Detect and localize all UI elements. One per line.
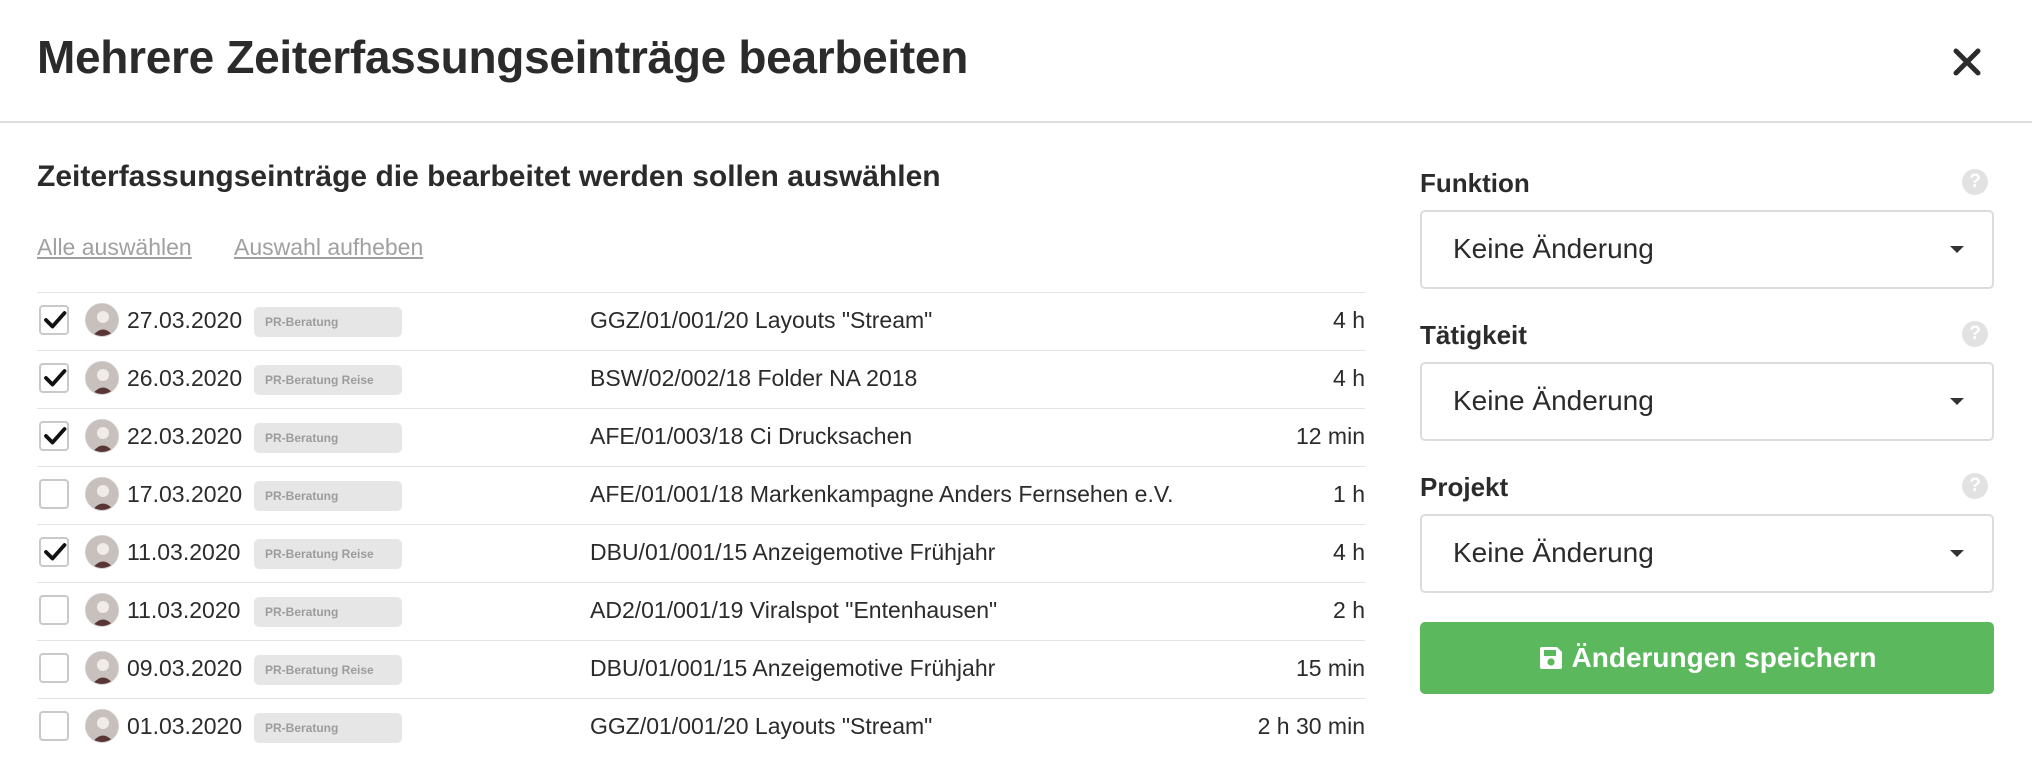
checkmark-icon [44, 369, 67, 387]
avatar [85, 419, 119, 453]
checkmark-icon [44, 311, 67, 329]
deselect-all-link[interactable]: Auswahl aufheben [234, 234, 423, 261]
entry-date: 01.03.2020 [127, 713, 243, 739]
table-row: 11.03.2020 PR-Beratung Reise DBU/01/001/… [37, 525, 1365, 583]
chevron-down-icon [1950, 550, 1964, 557]
projekt-help-icon[interactable]: ? [1962, 473, 1988, 499]
dialog-title: Mehrere Zeiterfassungseinträge bearbeite… [37, 31, 969, 83]
entry-project: GGZ/01/001/20 Layouts "Stream" [590, 713, 933, 739]
avatar [85, 303, 119, 337]
table-row: 17.03.2020 PR-Beratung AFE/01/001/18 Mar… [37, 467, 1365, 525]
activity-badge: PR-Beratung [254, 597, 402, 627]
row-checkbox[interactable] [39, 305, 69, 335]
dialog-header: Mehrere Zeiterfassungseinträge bearbeite… [0, 0, 2032, 123]
funktion-select[interactable]: Keine Änderung [1420, 210, 1994, 289]
funktion-label: Funktion [1420, 168, 1530, 198]
row-checkbox[interactable] [39, 711, 69, 741]
entry-project: AFE/01/003/18 Ci Drucksachen [590, 423, 913, 449]
chevron-down-icon [1950, 246, 1964, 253]
taetigkeit-label: Tätigkeit [1420, 320, 1527, 350]
entry-duration: 12 min [1295, 423, 1365, 449]
projekt-label: Projekt [1420, 472, 1509, 502]
section-heading: Zeiterfassungseinträge die bearbeitet we… [37, 160, 941, 193]
entry-date: 17.03.2020 [127, 481, 243, 507]
entry-project: GGZ/01/001/20 Layouts "Stream" [590, 307, 933, 333]
taetigkeit-select[interactable]: Keine Änderung [1420, 362, 1994, 441]
chevron-down-icon [1950, 398, 1964, 405]
activity-badge: PR-Beratung Reise [254, 655, 402, 685]
projekt-value: Keine Änderung [1453, 537, 1654, 568]
table-row: 09.03.2020 PR-Beratung Reise DBU/01/001/… [37, 641, 1365, 699]
row-checkbox[interactable] [39, 595, 69, 625]
entry-date: 26.03.2020 [127, 365, 243, 391]
avatar [85, 709, 119, 743]
funktion-value: Keine Änderung [1453, 233, 1654, 264]
entry-date: 11.03.2020 [127, 539, 241, 565]
avatar [85, 651, 119, 685]
entry-project: BSW/02/002/18 Folder NA 2018 [590, 365, 918, 391]
activity-badge: PR-Beratung Reise [254, 365, 402, 395]
checkmark-icon [44, 543, 67, 561]
entry-project: DBU/01/001/15 Anzeigemotive Frühjahr [590, 655, 996, 681]
activity-badge: PR-Beratung [254, 423, 402, 453]
entry-project: DBU/01/001/15 Anzeigemotive Frühjahr [590, 539, 996, 565]
save-label: Änderungen speichern [1571, 642, 1877, 673]
save-changes-button[interactable]: Änderungen speichern [1420, 622, 1994, 694]
close-icon[interactable] [1945, 40, 1989, 84]
table-row: 01.03.2020 PR-Beratung GGZ/01/001/20 Lay… [37, 699, 1365, 756]
taetigkeit-help-icon[interactable]: ? [1962, 321, 1988, 347]
entry-project: AFE/01/001/18 Markenkampagne Anders Fern… [590, 481, 1174, 507]
entry-duration: 4 h [1333, 539, 1365, 565]
row-checkbox[interactable] [39, 537, 69, 567]
table-row: 22.03.2020 PR-Beratung AFE/01/003/18 Ci … [37, 409, 1365, 467]
entry-date: 22.03.2020 [127, 423, 243, 449]
entry-duration: 4 h [1333, 365, 1365, 391]
row-checkbox[interactable] [39, 479, 69, 509]
activity-badge: PR-Beratung [254, 307, 402, 337]
avatar [85, 477, 119, 511]
entry-list: 27.03.2020 PR-Beratung GGZ/01/001/20 Lay… [37, 292, 1365, 756]
floppy-disk-icon [1539, 647, 1562, 669]
entry-duration: 2 h 30 min [1257, 713, 1365, 739]
funktion-help-icon[interactable]: ? [1962, 169, 1988, 195]
entry-duration: 2 h [1333, 597, 1365, 623]
entry-duration: 4 h [1333, 307, 1365, 333]
table-row: 26.03.2020 PR-Beratung Reise BSW/02/002/… [37, 351, 1365, 409]
entry-date: 27.03.2020 [127, 307, 243, 333]
checkmark-icon [44, 427, 67, 445]
activity-badge: PR-Beratung [254, 713, 402, 743]
avatar [85, 535, 119, 569]
select-all-link[interactable]: Alle auswählen [37, 234, 192, 261]
activity-badge: PR-Beratung Reise [254, 539, 402, 569]
entry-duration: 1 h [1333, 481, 1365, 507]
avatar [85, 593, 119, 627]
table-row: 27.03.2020 PR-Beratung GGZ/01/001/20 Lay… [37, 293, 1365, 351]
row-checkbox[interactable] [39, 653, 69, 683]
entry-duration: 15 min [1295, 655, 1365, 681]
entry-date: 11.03.2020 [127, 597, 241, 623]
table-row: 11.03.2020 PR-Beratung AD2/01/001/19 Vir… [37, 583, 1365, 641]
projekt-select[interactable]: Keine Änderung [1420, 514, 1994, 593]
activity-badge: PR-Beratung [254, 481, 402, 511]
taetigkeit-value: Keine Änderung [1453, 385, 1654, 416]
entry-project: AD2/01/001/19 Viralspot "Entenhausen" [590, 597, 998, 623]
row-checkbox[interactable] [39, 363, 69, 393]
avatar [85, 361, 119, 395]
row-checkbox[interactable] [39, 421, 69, 451]
entry-date: 09.03.2020 [127, 655, 243, 681]
